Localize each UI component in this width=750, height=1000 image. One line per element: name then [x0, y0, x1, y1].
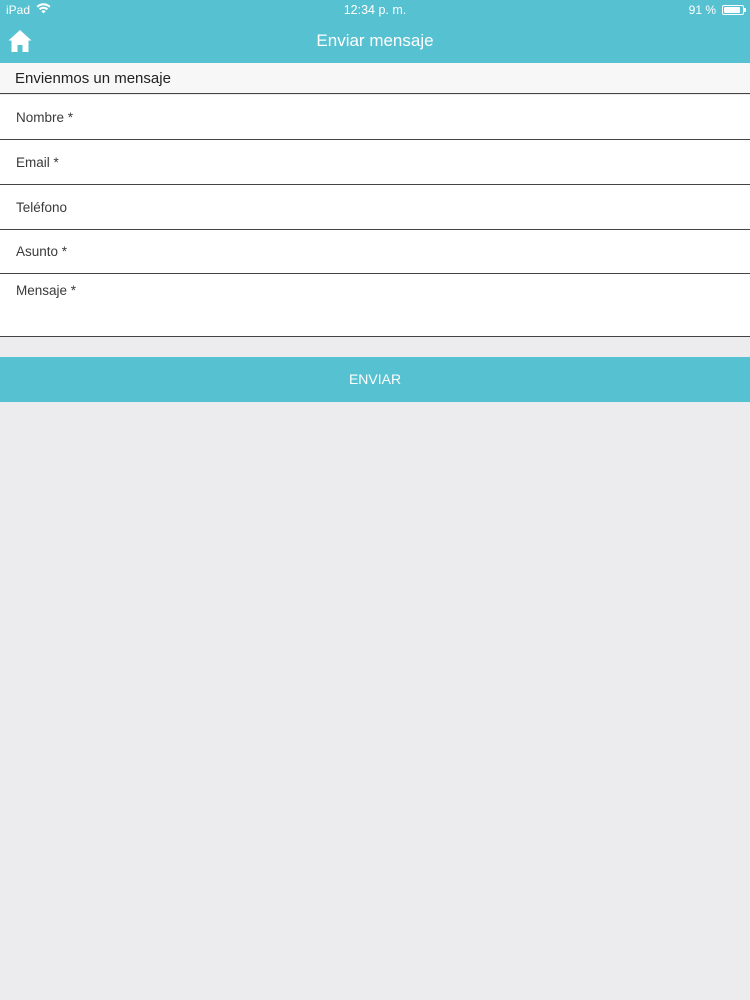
status-bar: iPad 12:34 p. m. 91 % — [0, 0, 750, 20]
status-time: 12:34 p. m. — [343, 3, 407, 17]
email-field-row — [0, 140, 750, 185]
battery-icon — [722, 5, 746, 15]
top-bar: iPad 12:34 p. m. 91 % Enviar mensaje — [0, 0, 750, 63]
message-field-row — [0, 274, 750, 337]
subject-field[interactable] — [0, 230, 750, 273]
section-title: Envienmos un mensaje — [15, 70, 171, 87]
send-button[interactable]: ENVIAR — [0, 357, 750, 402]
form-section-header: Envienmos un mensaje — [0, 63, 750, 94]
app-screen: iPad 12:34 p. m. 91 % Enviar mensaje Env… — [0, 0, 750, 1000]
message-field[interactable] — [0, 274, 750, 336]
battery-tip — [744, 8, 746, 12]
battery-fill — [724, 7, 741, 13]
battery-percentage: 91 % — [688, 3, 716, 17]
page-title: Enviar mensaje — [316, 31, 434, 50]
phone-field-row — [0, 185, 750, 230]
name-field-row — [0, 95, 750, 140]
status-right: 91 % — [688, 3, 746, 17]
name-field[interactable] — [0, 95, 750, 139]
email-field[interactable] — [0, 140, 750, 184]
phone-field[interactable] — [0, 185, 750, 229]
subject-field-row — [0, 230, 750, 274]
nav-bar: Enviar mensaje — [0, 20, 750, 63]
